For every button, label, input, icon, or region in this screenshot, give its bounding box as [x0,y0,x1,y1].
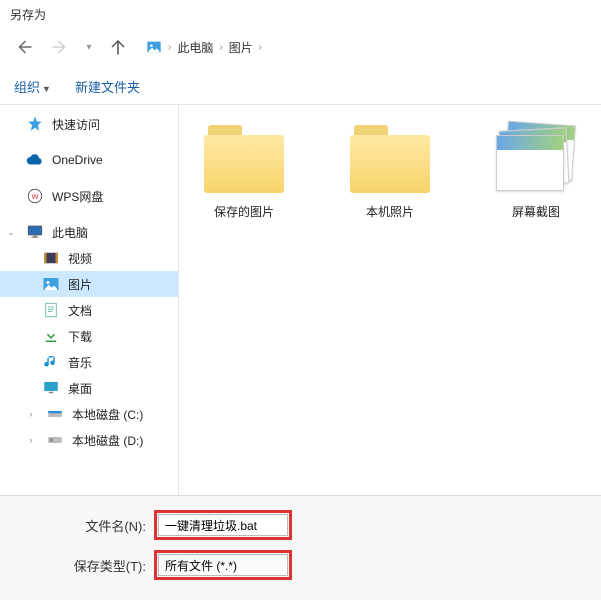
sidebar-wps[interactable]: W WPS网盘 [0,183,178,209]
chevron-right-icon: › [219,42,222,53]
sidebar-disk-d[interactable]: › 本地磁盘 (D:) [0,427,178,453]
sidebar-desktop[interactable]: 桌面 [0,375,178,401]
forward-button[interactable] [46,33,74,61]
filename-highlight [154,510,292,540]
filename-label: 文件名(N): [4,516,154,535]
chevron-down-icon: ▼ [42,84,51,94]
organize-button[interactable]: 组织▼ [14,77,51,96]
downloads-icon [42,327,60,345]
sidebar-this-pc[interactable]: ⌄ 此电脑 [0,219,178,245]
chevron-right-icon: › [168,42,171,53]
filename-row: 文件名(N): [4,510,597,540]
filetype-select[interactable] [158,554,288,576]
address-bar[interactable]: › 此电脑 › 图片 › [140,37,591,58]
sidebar-item-label: 文档 [68,302,92,319]
music-icon [42,353,60,371]
sidebar-item-label: 图片 [68,276,92,293]
drive-icon [46,405,64,423]
sidebar: 快速访问 OneDrive W WPS网盘 ⌄ 此电脑 [0,105,179,495]
sidebar-music[interactable]: 音乐 [0,349,178,375]
chevron-right-icon: › [259,42,262,53]
content-area: 快速访问 OneDrive W WPS网盘 ⌄ 此电脑 [0,105,601,495]
save-fields: 文件名(N): 保存类型(T): [0,495,601,600]
cloud-icon [26,151,44,169]
video-icon [42,249,60,267]
up-button[interactable] [104,33,132,61]
pc-icon [26,223,44,241]
folder-label: 保存的图片 [189,203,299,220]
sidebar-item-label: WPS网盘 [52,188,103,205]
sidebar-item-label: 快速访问 [52,116,100,133]
sidebar-item-label: 此电脑 [52,224,88,241]
sidebar-item-label: 桌面 [68,380,92,397]
nav-bar: ▾ › 此电脑 › 图片 › [0,29,601,69]
expand-icon: › [26,435,36,445]
sidebar-video[interactable]: 视频 [0,245,178,271]
filename-input[interactable] [158,514,288,536]
new-folder-button[interactable]: 新建文件夹 [75,77,140,96]
folder-view[interactable]: 保存的图片 本机照片 屏幕截图 [179,105,601,495]
sidebar-item-label: 音乐 [68,354,92,371]
sidebar-documents[interactable]: 文档 [0,297,178,323]
sidebar-downloads[interactable]: 下载 [0,323,178,349]
star-icon [26,115,44,133]
sidebar-onedrive[interactable]: OneDrive [0,147,178,173]
folder-label: 本机照片 [335,203,445,220]
arrow-up-icon [109,38,127,56]
recent-dropdown[interactable]: ▾ [82,33,96,61]
back-button[interactable] [10,33,38,61]
pictures-icon [42,275,60,293]
filetype-highlight [154,550,292,580]
sidebar-pictures[interactable]: 图片 [0,271,178,297]
wps-icon: W [26,187,44,205]
sidebar-item-label: OneDrive [52,153,103,167]
collapse-icon: ⌄ [6,227,16,238]
breadcrumb-item[interactable]: 图片 [229,39,253,56]
expand-icon: › [26,409,36,419]
pictures-icon [146,39,162,55]
sidebar-disk-c[interactable]: › 本地磁盘 (C:) [0,401,178,427]
folder-icon [200,121,288,193]
sidebar-item-label: 视频 [68,250,92,267]
filetype-row: 保存类型(T): [4,550,597,580]
breadcrumb-item[interactable]: 此电脑 [177,39,213,56]
folder-camera-roll[interactable]: 本机照片 [335,121,445,220]
folder-icon [346,121,434,193]
arrow-right-icon [51,38,69,56]
folder-screenshots[interactable]: 屏幕截图 [481,121,591,220]
desktop-icon [42,379,60,397]
sidebar-item-label: 本地磁盘 (D:) [72,432,143,449]
sidebar-item-label: 下载 [68,328,92,345]
thumbnail-stack-icon [492,121,580,193]
organize-label: 组织 [14,80,40,95]
sidebar-quick-access[interactable]: 快速访问 [0,111,178,137]
dialog-title: 另存为 [0,0,601,29]
folder-label: 屏幕截图 [481,203,591,220]
sidebar-item-label: 本地磁盘 (C:) [72,406,143,423]
arrow-left-icon [15,38,33,56]
folder-saved-pictures[interactable]: 保存的图片 [189,121,299,220]
drive-icon [46,431,64,449]
filetype-label: 保存类型(T): [4,556,154,575]
documents-icon [42,301,60,319]
toolbar: 组织▼ 新建文件夹 [0,69,601,105]
svg-text:W: W [31,192,39,201]
